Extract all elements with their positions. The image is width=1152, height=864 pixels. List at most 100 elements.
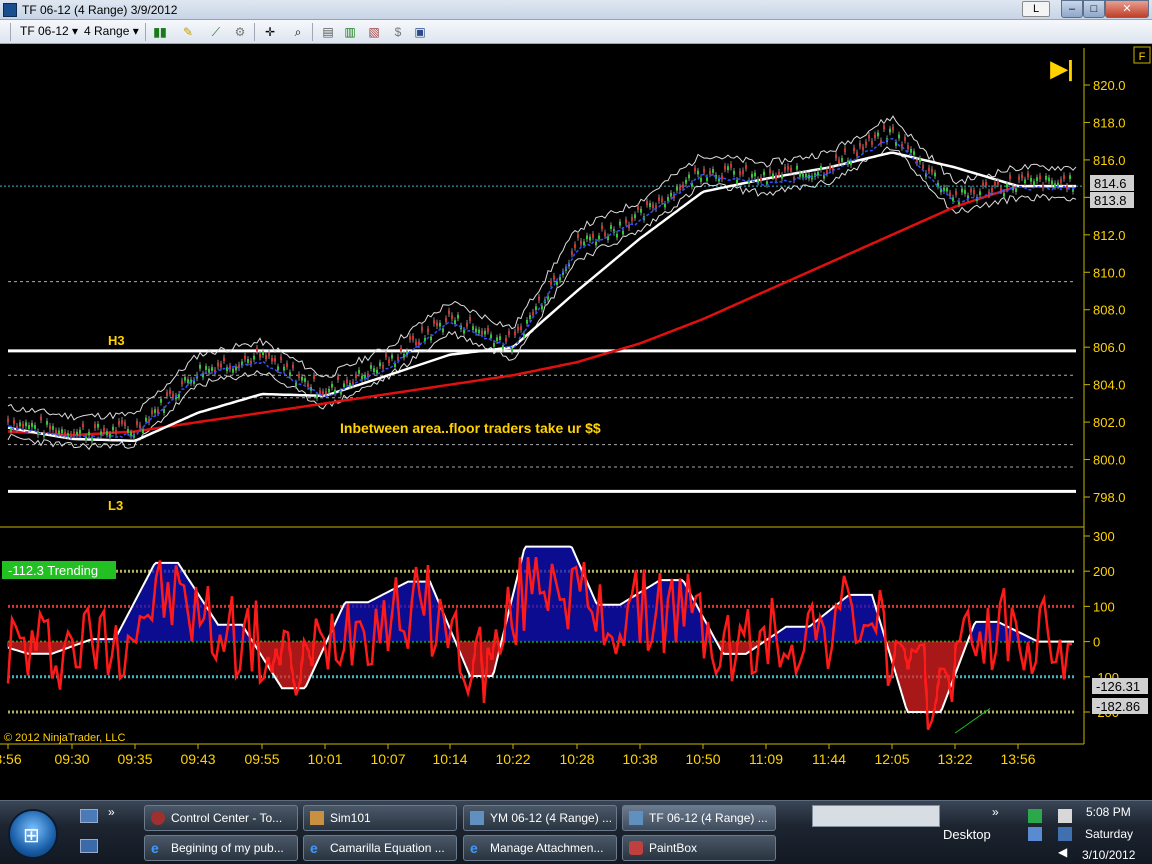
candle-body xyxy=(337,376,339,381)
candle-body xyxy=(19,422,21,427)
switch-windows-icon[interactable] xyxy=(80,839,98,853)
candle-body xyxy=(514,331,516,336)
candle-body xyxy=(385,353,387,358)
candle-body xyxy=(670,192,672,197)
candle-body xyxy=(91,437,93,442)
network-icon[interactable] xyxy=(1028,827,1042,841)
clock-day[interactable]: Saturday xyxy=(1085,827,1133,841)
candle-body xyxy=(1024,179,1026,184)
candle-body xyxy=(667,197,669,201)
candle-body xyxy=(853,147,855,152)
price-axis-label: 810.0 xyxy=(1093,265,1126,280)
link-button[interactable]: L xyxy=(1022,1,1050,17)
data-box-icon[interactable]: ▤ xyxy=(320,24,336,40)
candle-body xyxy=(640,208,642,213)
desktop-toolbar-label[interactable]: Desktop xyxy=(943,827,991,842)
taskbar-button-ie-camarilla[interactable]: e Camarilla Equation ... xyxy=(303,835,457,861)
candle-body xyxy=(445,318,447,322)
paint-icon xyxy=(629,841,643,855)
volume-icon[interactable]: ◀ xyxy=(1058,845,1070,859)
toolbar-separator xyxy=(145,23,146,41)
last-price-label: 814.6 xyxy=(1094,176,1127,191)
candle-body xyxy=(106,431,108,435)
candle-body xyxy=(40,416,42,421)
candle-body xyxy=(682,184,684,189)
taskbar-button-ie-pub[interactable]: e Begining of my pub... xyxy=(144,835,298,861)
action-center-icon[interactable] xyxy=(1028,809,1042,823)
template-icon[interactable]: $ xyxy=(390,24,406,40)
candle-body xyxy=(586,235,588,240)
crosshair-icon[interactable]: ✛ xyxy=(262,24,278,40)
candle-body xyxy=(466,322,468,327)
candle-body xyxy=(913,151,915,155)
chart-icon xyxy=(470,811,484,825)
candle-body xyxy=(922,164,924,169)
start-button[interactable]: ⊞ xyxy=(8,809,58,859)
bar-style-icon[interactable]: ▮▮ xyxy=(152,24,168,40)
taskbar-address-toolbar[interactable] xyxy=(812,805,940,827)
indicator-icon[interactable]: ⟋ xyxy=(208,24,224,40)
candle-body xyxy=(34,425,36,429)
taskbar-button-ym-chart[interactable]: YM 06-12 (4 Range) ... xyxy=(463,805,617,831)
price-axis-label: 816.0 xyxy=(1093,153,1126,168)
clock-date[interactable]: 3/10/2012 xyxy=(1082,848,1135,862)
candle-body xyxy=(253,355,255,360)
taskbar-button-sim101[interactable]: Sim101 xyxy=(303,805,457,831)
candle-body xyxy=(907,145,909,149)
instrument-icon[interactable]: ▣ xyxy=(412,24,428,40)
maximize-button[interactable]: □ xyxy=(1083,0,1105,18)
indicator-badge: -112.3 Trending xyxy=(8,563,98,578)
fast-forward-button[interactable]: ▶| xyxy=(1049,56,1073,81)
instrument-selector[interactable]: TF 06-12 ▾ xyxy=(20,24,78,38)
candle-body xyxy=(286,363,288,367)
candle-body xyxy=(931,168,933,173)
period-selector[interactable]: 4 Range ▾ xyxy=(84,24,139,38)
candle-body xyxy=(103,427,105,432)
candle-body xyxy=(316,394,318,399)
candle-body xyxy=(970,188,972,193)
chart-trader-icon[interactable]: ▥ xyxy=(342,24,358,40)
candle-body xyxy=(112,426,114,431)
close-button[interactable]: ✕ xyxy=(1105,0,1149,18)
candle-body xyxy=(904,136,906,141)
candle-body xyxy=(616,233,618,238)
quicklaunch-overflow[interactable]: » xyxy=(108,805,115,819)
strategy-icon[interactable]: ⚙ xyxy=(232,24,248,40)
candle-body xyxy=(859,142,861,147)
candle-body xyxy=(1015,188,1017,192)
candle-body xyxy=(307,383,309,388)
indicator-value-label-2: -182.86 xyxy=(1096,699,1140,714)
indicator-axis-label: 0 xyxy=(1093,635,1100,650)
notification-icon[interactable] xyxy=(1058,809,1072,823)
chart-canvas[interactable]: 820.0818.0816.0814.0812.0810.0808.0806.0… xyxy=(0,44,1152,800)
candle-body xyxy=(526,319,528,324)
taskbar-button-tf-chart[interactable]: TF 06-12 (4 Range) ... xyxy=(622,805,776,831)
taskbar-button-label: PaintBox xyxy=(649,841,698,855)
candle-body xyxy=(775,175,777,180)
taskbar-button-label: Begining of my pub... xyxy=(171,841,284,855)
taskbar-button-paintbox[interactable]: PaintBox xyxy=(622,835,776,861)
candle-body xyxy=(523,333,525,338)
minimize-button[interactable]: – xyxy=(1061,0,1083,18)
taskbar-button-ie-attachments[interactable]: e Manage Attachmen... xyxy=(463,835,617,861)
taskbar-button-control-center[interactable]: Control Center - To... xyxy=(144,805,298,831)
tray-overflow[interactable]: » xyxy=(992,805,999,819)
properties-icon[interactable]: ▧ xyxy=(366,24,382,40)
price-axis-label: 800.0 xyxy=(1093,453,1126,468)
candle-body xyxy=(754,172,756,177)
candle-body xyxy=(79,429,81,434)
candle-body xyxy=(589,236,591,241)
zoom-icon[interactable]: ⌕ xyxy=(290,24,306,40)
candle-body xyxy=(883,125,885,130)
draw-tools-icon[interactable]: ✎ xyxy=(180,24,196,40)
candle-body xyxy=(751,173,753,178)
time-axis-label: 13:22 xyxy=(937,751,972,767)
ninjatrader-app-icon[interactable] xyxy=(3,3,17,17)
period-label: 4 Range xyxy=(84,24,130,38)
show-desktop-icon[interactable] xyxy=(80,809,98,823)
chart-panel[interactable]: 820.0818.0816.0814.0812.0810.0808.0806.0… xyxy=(0,44,1152,800)
clock-time[interactable]: 5:08 PM xyxy=(1086,805,1131,819)
candle-body xyxy=(829,165,831,170)
toolbar-separator xyxy=(10,23,11,41)
network-status-icon[interactable] xyxy=(1058,827,1072,841)
